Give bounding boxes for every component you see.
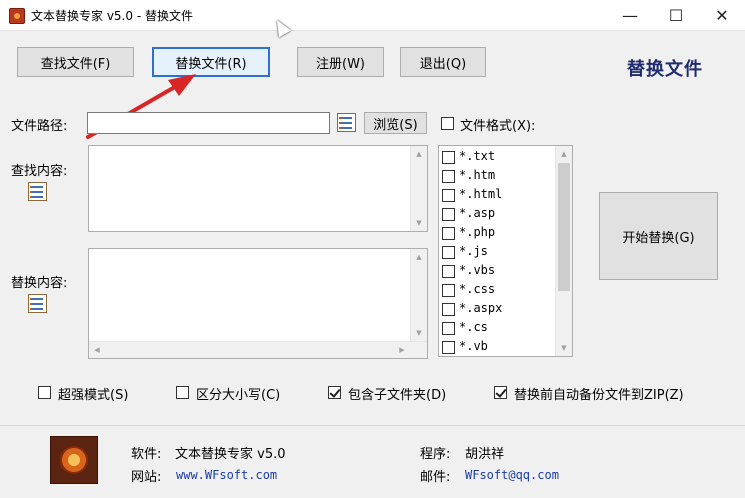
scroll-right-icon[interactable]: ▶	[394, 342, 410, 358]
exit-button[interactable]: 退出(Q)	[400, 47, 486, 77]
option-checkbox[interactable]	[328, 386, 341, 399]
option-checkbox[interactable]	[38, 386, 51, 399]
file-type-scrollbar[interactable]: ▲ ▼	[555, 146, 572, 356]
file-type-checkbox[interactable]	[442, 151, 455, 164]
software-value: 文本替换专家 v5.0	[175, 447, 286, 462]
file-path-label: 文件路径:	[11, 119, 68, 134]
file-type-label: *.htm	[459, 168, 496, 182]
replace-content-textarea[interactable]: ▲ ▼ ◀ ▶	[88, 248, 428, 359]
list-icon[interactable]	[337, 113, 356, 132]
replace-content-label: 替换内容:	[11, 276, 68, 291]
replace-hscrollbar[interactable]: ◀ ▶	[89, 341, 427, 358]
scroll-up-icon[interactable]: ▲	[411, 146, 427, 162]
option-label: 替换前自动备份文件到ZIP(Z)	[514, 388, 684, 403]
browse-button[interactable]: 浏览(S)	[364, 112, 427, 134]
file-type-checkbox[interactable]	[442, 170, 455, 183]
option-label: 区分大小写(C)	[196, 388, 281, 403]
file-type-label: *.cs	[459, 320, 488, 334]
start-replace-button[interactable]: 开始替换(G)	[599, 192, 718, 280]
file-type-label: *.txt	[459, 149, 496, 163]
minimize-button[interactable]: —	[607, 0, 653, 31]
title-bar: 文本替换专家 v5.0 - 替换文件 — ☐ ✕	[0, 0, 745, 31]
file-type-label: *.vb	[459, 339, 488, 353]
page-heading: 替换文件	[627, 59, 703, 80]
file-type-item[interactable]: *.js	[441, 243, 553, 262]
file-type-label: *.js	[459, 244, 488, 258]
file-type-item[interactable]: *.vb	[441, 338, 553, 356]
scroll-up-icon[interactable]: ▲	[556, 146, 572, 162]
file-type-checkbox[interactable]	[442, 246, 455, 259]
file-type-label: *.php	[459, 225, 496, 239]
scroll-thumb[interactable]	[558, 163, 570, 291]
option-checkbox[interactable]	[494, 386, 507, 399]
replace-file-button[interactable]: 替换文件(R)	[152, 47, 270, 77]
file-type-checkbox[interactable]	[442, 189, 455, 202]
app-icon	[9, 8, 25, 24]
file-type-label: *.css	[459, 282, 496, 296]
file-type-item[interactable]: *.txt	[441, 148, 553, 167]
file-type-item[interactable]: *.asp	[441, 205, 553, 224]
email-link[interactable]: WFsoft@qq.com	[465, 468, 559, 482]
file-type-item[interactable]: *.vbs	[441, 262, 553, 281]
website-link[interactable]: www.WFsoft.com	[176, 468, 277, 482]
find-scrollbar[interactable]: ▲ ▼	[410, 146, 427, 231]
option-checkbox[interactable]	[176, 386, 189, 399]
file-type-checkbox[interactable]	[442, 265, 455, 278]
option-label: 超强模式(S)	[58, 388, 129, 403]
file-type-list[interactable]: *.txt *.htm *.html *.asp *.php *.js *.vbs *.css…	[438, 145, 573, 357]
file-type-item[interactable]: *.html	[441, 186, 553, 205]
software-label: 软件:	[131, 447, 162, 462]
file-type-label: *.asp	[459, 206, 496, 220]
file-type-item[interactable]: *.cs	[441, 319, 553, 338]
author-value: 胡洪祥	[465, 447, 505, 462]
scroll-up-icon[interactable]: ▲	[411, 249, 427, 265]
scroll-left-icon[interactable]: ◀	[89, 342, 105, 358]
file-type-checkbox[interactable]	[442, 284, 455, 297]
find-list-icon[interactable]	[28, 182, 47, 201]
file-type-checkbox[interactable]	[442, 341, 455, 354]
close-button[interactable]: ✕	[699, 0, 745, 31]
file-type-item[interactable]: *.php	[441, 224, 553, 243]
file-path-input[interactable]	[87, 112, 330, 134]
file-type-label: *.aspx	[459, 301, 503, 315]
file-type-checkbox[interactable]	[442, 322, 455, 335]
file-type-item[interactable]: *.css	[441, 281, 553, 300]
website-label: 网站:	[131, 470, 162, 485]
file-type-item[interactable]: *.aspx	[441, 300, 553, 319]
find-content-textarea[interactable]: ▲ ▼	[88, 145, 428, 232]
replace-list-icon[interactable]	[28, 294, 47, 313]
app-logo	[50, 436, 98, 484]
file-type-checkbox[interactable]	[442, 227, 455, 240]
window-title: 文本替换专家 v5.0 - 替换文件	[31, 9, 193, 23]
footer	[0, 425, 745, 498]
file-type-checkbox[interactable]	[442, 208, 455, 221]
scroll-down-icon[interactable]: ▼	[411, 325, 427, 341]
email-label: 邮件:	[420, 470, 451, 485]
author-label: 程序:	[420, 447, 451, 462]
file-format-label: 文件格式(X):	[460, 119, 536, 134]
option-label: 包含子文件夹(D)	[348, 388, 447, 403]
file-type-label: *.vbs	[459, 263, 496, 277]
register-button[interactable]: 注册(W)	[297, 47, 384, 77]
file-format-checkbox[interactable]	[441, 117, 454, 130]
file-type-checkbox[interactable]	[442, 303, 455, 316]
file-type-item[interactable]: *.htm	[441, 167, 553, 186]
find-content-label: 查找内容:	[11, 164, 68, 179]
maximize-button[interactable]: ☐	[653, 0, 699, 31]
file-type-label: *.html	[459, 187, 503, 201]
replace-vscrollbar[interactable]: ▲ ▼	[410, 249, 427, 341]
scroll-down-icon[interactable]: ▼	[556, 340, 572, 356]
find-file-button[interactable]: 查找文件(F)	[17, 47, 134, 77]
scroll-down-icon[interactable]: ▼	[411, 215, 427, 231]
